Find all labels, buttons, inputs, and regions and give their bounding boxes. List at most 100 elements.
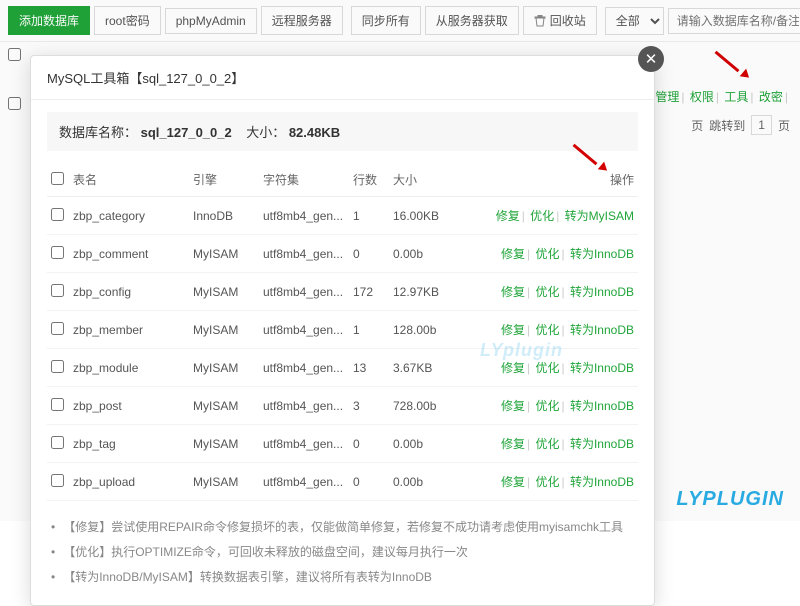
table-row: zbp_post MyISAM utf8mb4_gen... 3 728.00b… — [47, 387, 638, 425]
mysql-toolbox-modal: MySQL工具箱【sql_127_0_0_2】 ✕ 数据库名称： sql_127… — [30, 55, 655, 606]
th-charset: 字符集 — [259, 163, 349, 197]
cell-table-name: zbp_tag — [69, 425, 189, 463]
optimize-link[interactable]: 优化 — [535, 475, 559, 489]
db-name-value: sql_127_0_0_2 — [141, 125, 232, 140]
cell-charset: utf8mb4_gen... — [259, 387, 349, 425]
database-info-bar: 数据库名称： sql_127_0_0_2 大小： 82.48KB — [47, 112, 638, 151]
row-checkbox[interactable] — [51, 322, 64, 335]
cell-table-name: zbp_category — [69, 197, 189, 235]
row-checkbox[interactable] — [51, 284, 64, 297]
cell-table-name: zbp_module — [69, 349, 189, 387]
cell-rows: 172 — [349, 273, 389, 311]
cell-size: 12.97KB — [389, 273, 454, 311]
th-op: 操作 — [454, 163, 638, 197]
cell-charset: utf8mb4_gen... — [259, 273, 349, 311]
cell-table-name: zbp_comment — [69, 235, 189, 273]
cell-charset: utf8mb4_gen... — [259, 311, 349, 349]
db-size-value: 82.48KB — [289, 125, 340, 140]
cell-engine: MyISAM — [189, 425, 259, 463]
table-row: zbp_tag MyISAM utf8mb4_gen... 0 0.00b 修复… — [47, 425, 638, 463]
row-checkbox[interactable] — [51, 246, 64, 259]
convert-link[interactable]: 转为InnoDB — [570, 285, 634, 299]
cell-size: 0.00b — [389, 463, 454, 501]
cell-rows: 0 — [349, 425, 389, 463]
optimize-link[interactable]: 优化 — [535, 285, 559, 299]
row-checkbox[interactable] — [51, 208, 64, 221]
cell-charset: utf8mb4_gen... — [259, 349, 349, 387]
repair-link[interactable]: 修复 — [501, 323, 525, 337]
cell-ops: 修复| 优化| 转为InnoDB — [454, 235, 638, 273]
modal-header: MySQL工具箱【sql_127_0_0_2】 ✕ — [31, 56, 654, 100]
table-row: zbp_module MyISAM utf8mb4_gen... 13 3.67… — [47, 349, 638, 387]
row-checkbox[interactable] — [51, 360, 64, 373]
cell-rows: 3 — [349, 387, 389, 425]
db-size-label: 大小： — [246, 125, 285, 140]
optimize-link[interactable]: 优化 — [535, 361, 559, 375]
convert-link[interactable]: 转为InnoDB — [570, 399, 634, 413]
repair-link[interactable]: 修复 — [501, 437, 525, 451]
cell-size: 3.67KB — [389, 349, 454, 387]
row-checkbox[interactable] — [51, 474, 64, 487]
row-checkbox[interactable] — [51, 398, 64, 411]
th-engine: 引擎 — [189, 163, 259, 197]
optimize-link[interactable]: 优化 — [535, 247, 559, 261]
cell-engine: InnoDB — [189, 197, 259, 235]
repair-link[interactable]: 修复 — [501, 399, 525, 413]
cell-charset: utf8mb4_gen... — [259, 235, 349, 273]
cell-charset: utf8mb4_gen... — [259, 463, 349, 501]
convert-link[interactable]: 转为InnoDB — [570, 361, 634, 375]
th-name: 表名 — [69, 163, 189, 197]
convert-link[interactable]: 转为MyISAM — [565, 209, 634, 223]
optimize-link[interactable]: 优化 — [535, 437, 559, 451]
repair-link[interactable]: 修复 — [501, 361, 525, 375]
table-row: zbp_config MyISAM utf8mb4_gen... 172 12.… — [47, 273, 638, 311]
cell-engine: MyISAM — [189, 311, 259, 349]
table-row: zbp_comment MyISAM utf8mb4_gen... 0 0.00… — [47, 235, 638, 273]
note-repair: 【修复】尝试使用REPAIR命令修复损坏的表，仅能做简单修复，若修复不成功请考虑… — [51, 515, 634, 540]
convert-link[interactable]: 转为InnoDB — [570, 475, 634, 489]
cell-size: 128.00b — [389, 311, 454, 349]
select-all-tables-checkbox[interactable] — [51, 172, 64, 185]
table-row: zbp_member MyISAM utf8mb4_gen... 1 128.0… — [47, 311, 638, 349]
optimize-link[interactable]: 优化 — [530, 209, 554, 223]
cell-ops: 修复| 优化| 转为MyISAM — [454, 197, 638, 235]
note-convert: 【转为InnoDB/MyISAM】转换数据表引擎，建议将所有表转为InnoDB — [51, 565, 634, 590]
repair-link[interactable]: 修复 — [501, 285, 525, 299]
optimize-link[interactable]: 优化 — [535, 323, 559, 337]
th-rows: 行数 — [349, 163, 389, 197]
cell-size: 16.00KB — [389, 197, 454, 235]
cell-charset: utf8mb4_gen... — [259, 425, 349, 463]
cell-rows: 0 — [349, 463, 389, 501]
help-notes: 【修复】尝试使用REPAIR命令修复损坏的表，仅能做简单修复，若修复不成功请考虑… — [51, 515, 634, 591]
repair-link[interactable]: 修复 — [496, 209, 520, 223]
table-row: zbp_upload MyISAM utf8mb4_gen... 0 0.00b… — [47, 463, 638, 501]
watermark: LYPLUGIN — [676, 488, 784, 511]
cell-size: 0.00b — [389, 425, 454, 463]
cell-table-name: zbp_config — [69, 273, 189, 311]
cell-table-name: zbp_member — [69, 311, 189, 349]
db-name-label: 数据库名称： — [59, 125, 137, 140]
close-button[interactable]: ✕ — [638, 46, 664, 72]
convert-link[interactable]: 转为InnoDB — [570, 323, 634, 337]
row-checkbox[interactable] — [51, 436, 64, 449]
convert-link[interactable]: 转为InnoDB — [570, 247, 634, 261]
cell-engine: MyISAM — [189, 273, 259, 311]
tables-table: 表名 引擎 字符集 行数 大小 操作 zbp_category InnoDB u… — [47, 163, 638, 501]
cell-size: 728.00b — [389, 387, 454, 425]
cell-ops: 修复| 优化| 转为InnoDB — [454, 387, 638, 425]
cell-ops: 修复| 优化| 转为InnoDB — [454, 349, 638, 387]
cell-rows: 13 — [349, 349, 389, 387]
cell-ops: 修复| 优化| 转为InnoDB — [454, 311, 638, 349]
cell-engine: MyISAM — [189, 387, 259, 425]
convert-link[interactable]: 转为InnoDB — [570, 437, 634, 451]
close-icon: ✕ — [645, 50, 658, 68]
cell-charset: utf8mb4_gen... — [259, 197, 349, 235]
cell-engine: MyISAM — [189, 463, 259, 501]
modal-title: MySQL工具箱【sql_127_0_0_2】 — [47, 68, 244, 87]
repair-link[interactable]: 修复 — [501, 247, 525, 261]
table-row: zbp_category InnoDB utf8mb4_gen... 1 16.… — [47, 197, 638, 235]
optimize-link[interactable]: 优化 — [535, 399, 559, 413]
cell-size: 0.00b — [389, 235, 454, 273]
cell-ops: 修复| 优化| 转为InnoDB — [454, 425, 638, 463]
repair-link[interactable]: 修复 — [501, 475, 525, 489]
